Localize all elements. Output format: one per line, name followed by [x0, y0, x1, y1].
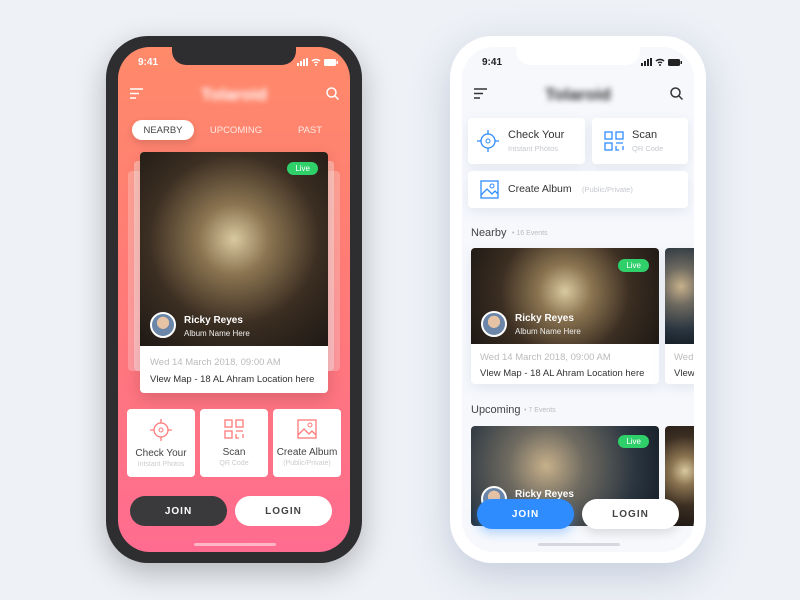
image-icon [297, 419, 317, 439]
tile-title: Check Your [135, 448, 187, 459]
event-location-link[interactable]: Vlew Map - 18 AL Ahram Location here [150, 374, 314, 385]
login-button[interactable]: LOGIN [235, 496, 332, 526]
card-subtitle: QR Code [632, 144, 664, 153]
qr-code-icon [604, 131, 624, 151]
nearby-count: • 16 Events [512, 230, 548, 237]
event-date: Wed 14 March 2018, 09:00 AM [480, 352, 611, 363]
card-title: Scan [632, 129, 658, 141]
create-album-tile[interactable]: Create Album (Public/Private) [273, 409, 341, 477]
live-badge: Live [618, 259, 649, 272]
login-button[interactable]: LOGIN [582, 499, 679, 529]
event-owner-name: Ricky Reyes [515, 313, 574, 324]
live-badge: Live [618, 435, 649, 448]
wifi-icon [311, 58, 321, 66]
tab-nearby[interactable]: NEARBY [132, 120, 194, 140]
notch [516, 47, 640, 65]
avatar [150, 312, 176, 338]
event-owner-name: Ricky Reyes [184, 315, 243, 326]
card-title: Create Album [508, 183, 572, 195]
section-heading-upcoming: Upcoming [471, 404, 521, 416]
tile-title: Create Album [276, 447, 338, 458]
home-indicator [538, 543, 620, 546]
event-location-link[interactable]: Vlew Map - 18 AL Ahram Location here [480, 368, 644, 379]
status-icons [641, 58, 682, 66]
image-icon [480, 180, 499, 199]
live-badge: Live [287, 162, 318, 175]
join-button[interactable]: JOIN [130, 496, 227, 526]
event-date: Wed [674, 352, 694, 363]
upcoming-count-text: 7 Events [528, 407, 556, 414]
status-time: 9:41 [482, 57, 503, 68]
event-card[interactable]: Live Ricky Reyes Album Name Here Wed 14 … [140, 152, 328, 393]
status-icons [297, 58, 338, 66]
battery-icon [324, 58, 338, 66]
right-phone-screen: 9:41 Tolaroid Check Your Intstant Photos… [462, 47, 694, 552]
nearby-event-card-peek[interactable]: Wed Vlew [665, 248, 694, 384]
app-title-logo: Tolaroid [545, 85, 611, 104]
tile-subtitle: QR Code [219, 460, 249, 467]
signal-icon [641, 58, 652, 66]
tab-upcoming[interactable]: UPCOMING [206, 125, 266, 136]
notch [172, 47, 296, 65]
tile-subtitle: Intstant Photos [137, 461, 185, 468]
tile-title: Scan [222, 447, 246, 458]
search-icon[interactable] [326, 87, 339, 100]
nearby-event-card[interactable]: Live Ricky Reyes Album Name Here Wed 14 … [471, 248, 659, 384]
app-title-logo: Tolaroid [201, 85, 267, 104]
scan-card[interactable]: Scan QR Code [592, 118, 688, 164]
signal-icon [297, 58, 308, 66]
search-icon[interactable] [670, 87, 683, 100]
event-date: Wed 14 March 2018, 09:00 AM [150, 357, 281, 368]
tile-subtitle: (Public/Private) [283, 460, 331, 467]
check-photos-tile[interactable]: Check Your Intstant Photos [127, 409, 195, 477]
home-indicator [194, 543, 276, 546]
check-photos-card[interactable]: Check Your Intstant Photos [468, 118, 585, 164]
card-title: Check Your [508, 129, 565, 141]
event-photo [665, 248, 694, 344]
join-button[interactable]: JOIN [477, 499, 574, 529]
album-name: Album Name Here [515, 327, 581, 336]
section-heading-nearby: Nearby [471, 227, 507, 239]
crosshair-icon [150, 419, 172, 441]
upcoming-count: • 7 Events [524, 407, 556, 414]
crosshair-icon [477, 130, 499, 152]
avatar [481, 311, 507, 337]
tab-past[interactable]: PAST [290, 125, 330, 136]
card-subtitle: Intstant Photos [508, 144, 559, 153]
left-phone-screen: 9:41 Tolaroid NEARBY UPCOMING PAST Live … [118, 47, 350, 552]
event-location-link[interactable]: Vlew [674, 368, 694, 379]
nearby-count-text: 16 Events [516, 230, 548, 237]
create-album-card[interactable]: Create Album (Public/Private) [468, 171, 688, 208]
card-subtitle: (Public/Private) [582, 185, 633, 194]
status-time: 9:41 [138, 57, 159, 68]
qr-code-icon [224, 419, 244, 439]
scan-tile[interactable]: Scan QR Code [200, 409, 268, 477]
wifi-icon [655, 58, 665, 66]
album-name: Album Name Here [184, 329, 250, 338]
battery-icon [668, 58, 682, 66]
